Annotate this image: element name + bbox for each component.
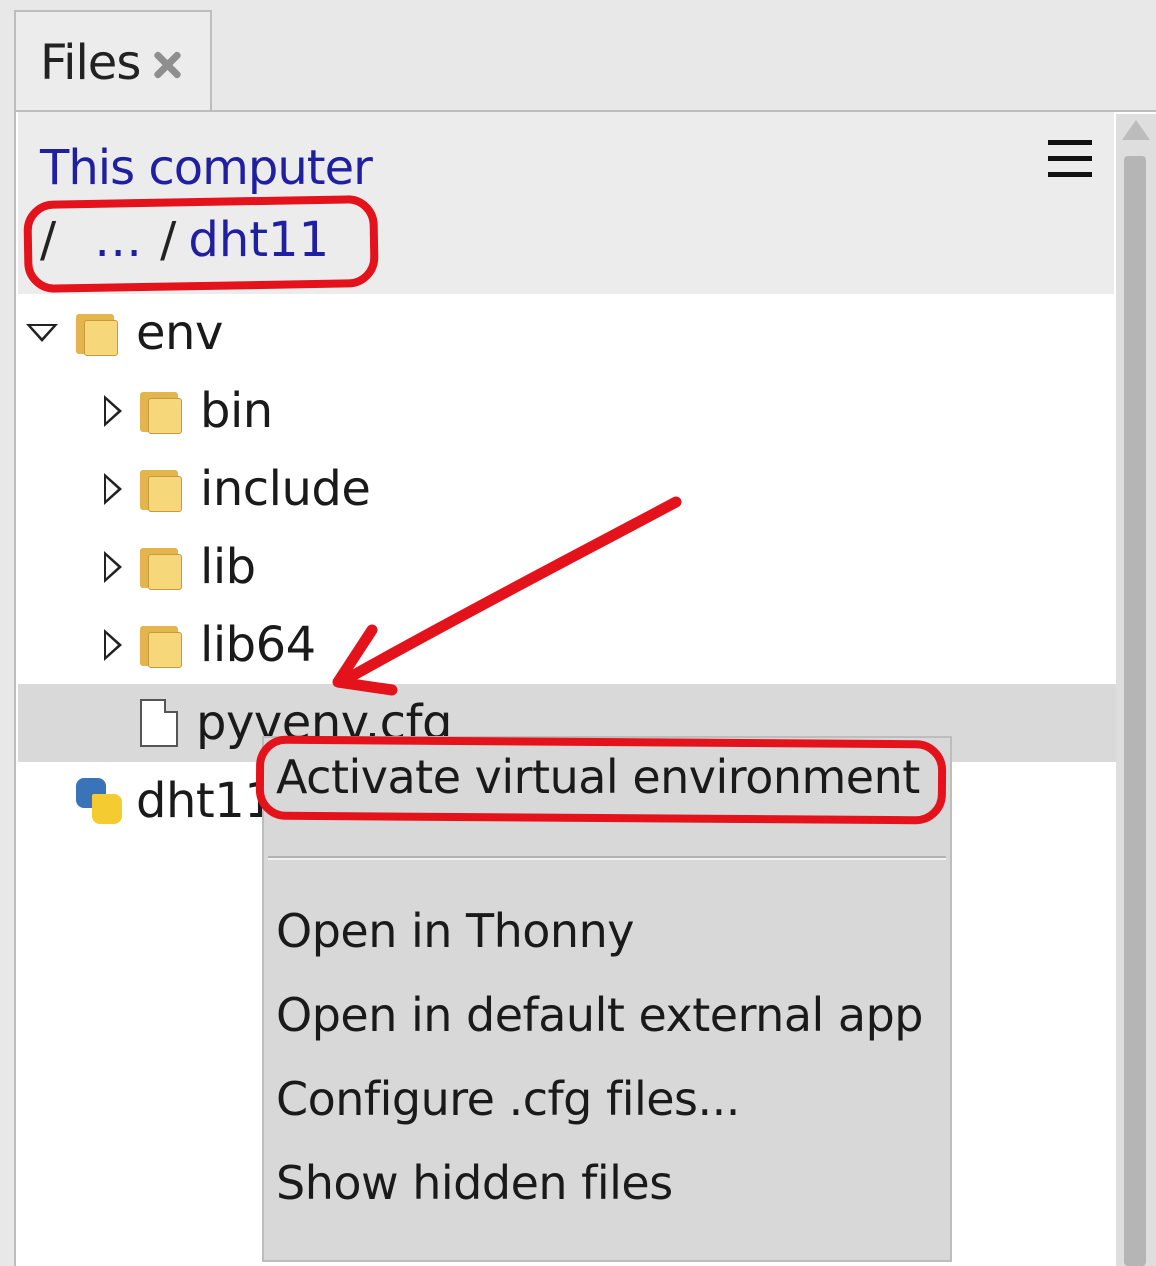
annotation-arrow-icon: [332, 496, 682, 696]
